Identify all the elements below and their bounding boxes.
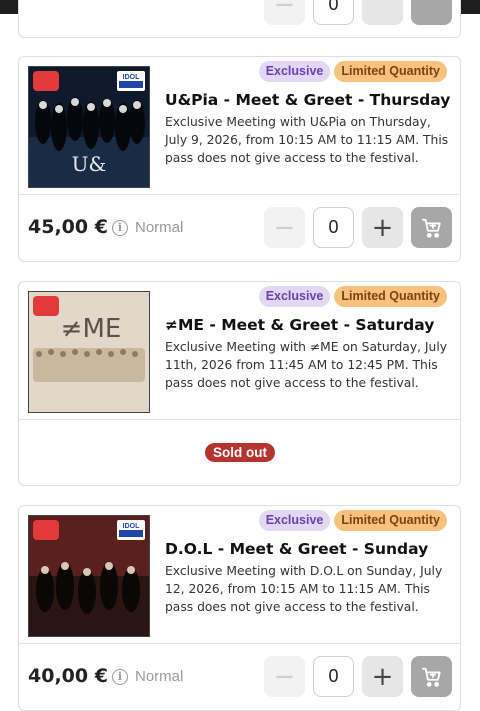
ticket-description: Exclusive Meeting with U&Pia on Thursday… <box>165 115 449 165</box>
ticket-card-previous: − 0 <box>18 0 461 38</box>
badge-group: Exclusive Limited Quantity <box>258 510 447 531</box>
add-to-cart-button[interactable] <box>411 656 452 697</box>
quantity-field[interactable]: 0 <box>313 656 354 697</box>
quantity-decrease-button[interactable]: − <box>264 207 305 248</box>
quantity-decrease-button[interactable]: − <box>264 656 305 697</box>
ticket-card: U& IDOL Exclusive Limited Quantity U&Pia… <box>18 56 461 262</box>
svg-text:IDOL: IDOL <box>123 523 140 530</box>
ticket-title: U&Pia - Meet & Greet - Thursday <box>165 91 451 109</box>
event-thumbnail: U& IDOL <box>28 66 150 188</box>
plus-icon: + <box>371 661 394 692</box>
ticket-price: 40,00 € <box>28 665 108 687</box>
badge-group: Exclusive Limited Quantity <box>258 61 447 82</box>
quantity-field[interactable]: 0 <box>313 207 354 248</box>
limited-quantity-badge: Limited Quantity <box>334 61 447 82</box>
exclusive-badge: Exclusive <box>258 510 331 531</box>
minus-icon: − <box>273 661 296 692</box>
ticket-price: 45,00 € <box>28 216 108 238</box>
ticket-card: ≠ME Exclusive Limited Quantity ≠ME - Mee… <box>18 281 461 486</box>
ticket-title: ≠ME - Meet & Greet - Saturday <box>165 316 435 334</box>
badge-group: Exclusive Limited Quantity <box>258 286 447 307</box>
add-to-cart-button[interactable] <box>411 207 452 248</box>
exclusive-badge: Exclusive <box>258 286 331 307</box>
info-icon[interactable]: i <box>112 669 128 685</box>
rate-label: Normal <box>135 219 184 236</box>
add-to-cart-icon <box>421 218 441 238</box>
divider <box>19 643 460 644</box>
quantity-increase-button[interactable] <box>362 0 403 25</box>
quantity-field[interactable]: 0 <box>313 0 354 25</box>
minus-icon: − <box>273 212 296 243</box>
event-thumbnail: ≠ME <box>28 291 150 413</box>
quantity-decrease-button[interactable]: − <box>264 0 305 25</box>
ticket-title: D.O.L - Meet & Greet - Sunday <box>165 540 429 558</box>
quantity-increase-button[interactable]: + <box>362 207 403 248</box>
ticket-card: IDOL Exclusive Limited Quantity D.O.L - … <box>18 505 461 711</box>
info-icon[interactable]: i <box>112 220 128 236</box>
event-thumbnail: IDOL <box>28 515 150 637</box>
exclusive-badge: Exclusive <box>258 61 331 82</box>
limited-quantity-badge: Limited Quantity <box>334 286 447 307</box>
divider <box>19 194 460 195</box>
divider <box>19 419 460 420</box>
add-to-cart-button[interactable] <box>411 0 452 25</box>
plus-icon: + <box>371 212 394 243</box>
quantity-increase-button[interactable]: + <box>362 656 403 697</box>
rate-label: Normal <box>135 668 184 685</box>
sold-out-badge: Sold out <box>205 443 275 462</box>
ticket-description: Exclusive Meeting with D.O.L on Sunday, … <box>165 564 443 614</box>
svg-text:IDOL: IDOL <box>123 74 140 81</box>
limited-quantity-badge: Limited Quantity <box>334 510 447 531</box>
ticket-description: Exclusive Meeting with ≠ME on Saturday, … <box>165 340 448 390</box>
minus-icon: − <box>273 0 296 20</box>
add-to-cart-icon <box>421 667 441 687</box>
svg-text:≠ME: ≠ME <box>61 314 122 344</box>
svg-text:U&: U& <box>72 152 107 176</box>
